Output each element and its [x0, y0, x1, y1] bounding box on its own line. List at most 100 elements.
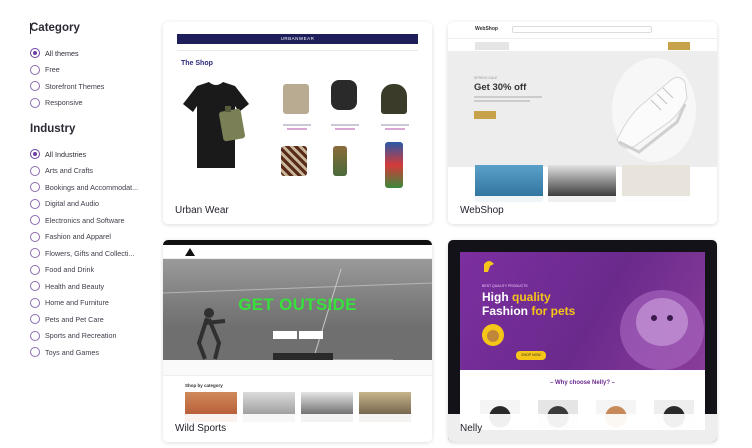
industry-option[interactable]: Home and Furniture — [30, 295, 150, 312]
industry-option-label: Electronics and Software — [45, 215, 125, 225]
industry-option[interactable]: Sports and Recreation — [30, 328, 150, 345]
radio-button[interactable] — [30, 215, 40, 226]
sneaker-product-image — [612, 58, 696, 162]
preview-kicker: BEST QUALITY PRODUCTS — [482, 284, 528, 288]
preview-cta-button — [668, 42, 690, 50]
preview-text-line — [474, 96, 542, 98]
industry-option[interactable]: Bookings and Accommodat... — [30, 179, 150, 196]
category-option[interactable]: All themes — [30, 45, 150, 62]
theme-card-webshop[interactable]: WebShop SPRING SALE Get 30% off WebShop — [448, 22, 717, 224]
product-price — [385, 128, 405, 130]
radio-button[interactable] — [30, 264, 40, 275]
theme-preview-image: BEST QUALITY PRODUCTS High quality Fashi… — [448, 240, 717, 442]
industry-option-label: Bookings and Accommodat... — [45, 182, 139, 192]
radio-button[interactable] — [30, 64, 40, 75]
product-price — [335, 128, 355, 130]
theme-preview-image: GET OUTSIDE Shop by category — [163, 240, 432, 442]
radio-button[interactable] — [30, 248, 40, 259]
theme-preview-image: WebShop SPRING SALE Get 30% off — [448, 22, 717, 224]
category-option[interactable]: Storefront Themes — [30, 78, 150, 95]
industry-heading: Industry — [30, 123, 76, 135]
preview-heading: GET OUTSIDE — [238, 295, 357, 314]
preview-shop-button — [474, 111, 496, 119]
category-option[interactable]: Free — [30, 62, 150, 79]
product-thumb-shorts — [283, 84, 309, 114]
heading-part: Fashion — [482, 304, 532, 318]
radio-button[interactable] — [30, 330, 40, 341]
industry-option-label: Home and Furniture — [45, 298, 109, 308]
preview-avatar — [482, 324, 504, 346]
theme-card-nelly[interactable]: BEST QUALITY PRODUCTS High quality Fashi… — [448, 240, 717, 442]
radio-button[interactable] — [30, 314, 40, 325]
radio-button[interactable] — [30, 281, 40, 292]
preview-browse-button — [475, 42, 509, 50]
radio-button[interactable] — [30, 198, 40, 209]
preview-heading: Get 30% off — [474, 82, 527, 93]
preview-logo-icon — [484, 261, 494, 272]
heading-part: High — [482, 290, 512, 304]
radio-button[interactable] — [30, 165, 40, 176]
radio-button[interactable] — [30, 81, 40, 92]
preview-section-title: – Why choose Nelly? – — [549, 380, 616, 386]
preview-logo: URBANWEAR — [280, 36, 315, 41]
theme-name: WebShop — [448, 196, 717, 224]
theme-name: Nelly — [448, 414, 717, 442]
theme-card-urban-wear[interactable]: URBANWEAR The Shop Urban Wear — [163, 22, 432, 224]
preview-heading: The Shop — [181, 60, 213, 67]
product-label — [331, 124, 359, 126]
industry-option-label: Flowers, Gifts and Collecti... — [45, 248, 135, 258]
industry-option[interactable]: Food and Drink — [30, 262, 150, 279]
radio-button[interactable] — [30, 97, 40, 108]
category-radio-group: All themes Free Storefront Themes Responsiv… — [30, 45, 150, 111]
preview-logo: WebShop — [475, 26, 498, 32]
industry-option-label: Digital and Audio — [45, 199, 99, 209]
preview-hero: BEST QUALITY PRODUCTS High quality Fashi… — [460, 252, 705, 370]
preview-header: WebShop — [448, 22, 717, 38]
heading-highlight: quality — [512, 290, 551, 304]
radio-button[interactable] — [30, 297, 40, 308]
preview-feature-strip — [163, 360, 432, 376]
radio-button[interactable] — [30, 182, 40, 193]
industry-option[interactable]: Electronics and Software — [30, 212, 150, 229]
radio-button[interactable] — [30, 149, 40, 160]
preview-nav-bar: URBANWEAR — [177, 34, 418, 44]
preview-heading: High quality Fashion for pets — [482, 290, 575, 318]
industry-option-label: Arts and Crafts — [45, 166, 93, 176]
preview-hero: GET OUTSIDE — [163, 259, 432, 360]
industry-option[interactable]: Toys and Games — [30, 344, 150, 361]
preview-subnav — [177, 44, 418, 51]
industry-option[interactable]: Digital and Audio — [30, 196, 150, 213]
preview-text-line — [474, 100, 530, 102]
radio-button[interactable] — [30, 347, 40, 358]
industry-option-label: Toys and Games — [45, 347, 99, 357]
theme-card-wild-sports[interactable]: GET OUTSIDE Shop by category Wild Sports — [163, 240, 432, 442]
preview-nav-bar — [163, 245, 432, 259]
category-option-label: Responsive — [45, 98, 83, 108]
industry-option[interactable]: Pets and Pet Care — [30, 311, 150, 328]
preview-hero: SPRING SALE Get 30% off — [448, 52, 717, 167]
product-thumb-beanie — [381, 84, 407, 114]
industry-radio-group: All Industries Arts and Crafts Bookings an… — [30, 146, 150, 361]
industry-option[interactable]: All Industries — [30, 146, 150, 163]
product-price — [287, 128, 307, 130]
industry-option[interactable]: Fashion and Apparel — [30, 229, 150, 246]
radio-button[interactable] — [30, 231, 40, 242]
preview-nav-bar — [448, 38, 717, 52]
industry-option-label: Sports and Recreation — [45, 331, 117, 341]
category-option[interactable]: Responsive — [30, 95, 150, 112]
preview-button — [273, 331, 297, 339]
filter-sidebar: Category All themes Free Storefront Themes… — [30, 18, 150, 361]
category-option-label: Storefront Themes — [45, 81, 105, 91]
radio-button[interactable] — [30, 48, 40, 59]
industry-option-label: Pets and Pet Care — [45, 314, 104, 324]
product-label — [381, 124, 409, 126]
industry-option[interactable]: Arts and Crafts — [30, 163, 150, 180]
industry-option[interactable]: Flowers, Gifts and Collecti... — [30, 245, 150, 262]
heading-highlight: for pets — [531, 304, 576, 318]
industry-option-label: Health and Beauty — [45, 281, 105, 291]
product-label — [283, 124, 311, 126]
category-option-label: Free — [45, 65, 60, 75]
product-thumb-bag — [331, 80, 357, 110]
industry-option[interactable]: Health and Beauty — [30, 278, 150, 295]
preview-search-bar — [512, 26, 652, 33]
